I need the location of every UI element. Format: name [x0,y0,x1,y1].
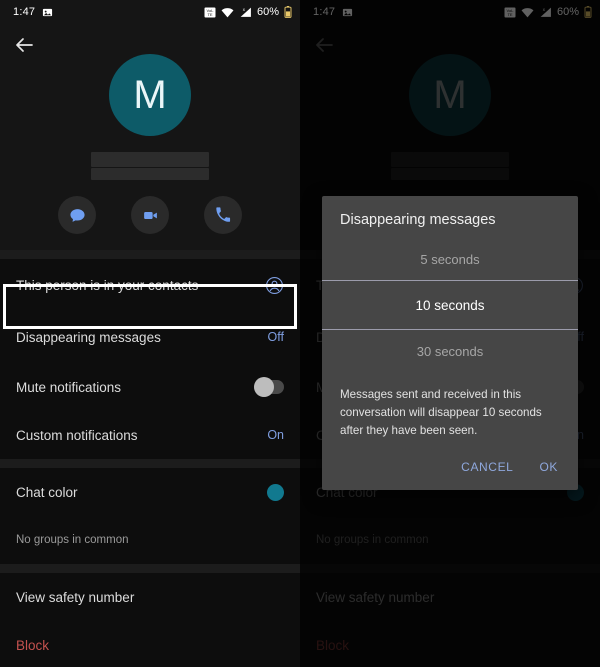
volte-icon: VoLTE [204,7,216,18]
row-in-contacts[interactable]: This person is in your contacts [0,259,300,311]
settings-group-3: View safety number Block [0,573,300,667]
row-mute-notifications-label: Mute notifications [16,379,122,395]
row-chat-color-label: Chat color [16,484,78,500]
disappearing-messages-dialog: Disappearing messages 5 seconds 10 secon… [322,196,578,490]
voice-call-action-button[interactable] [204,196,242,234]
contact-actions [58,196,242,234]
svg-text:x: x [243,7,246,12]
divider [0,564,300,573]
picker-option-next[interactable]: 30 seconds [322,330,578,372]
picker-option-previous[interactable]: 5 seconds [322,238,578,280]
settings-group-1: This person is in your contacts Disappea… [0,259,300,459]
dialog-title: Disappearing messages [340,212,496,228]
row-in-contacts-label: This person is in your contacts [16,277,199,293]
profile-header: M [0,24,300,234]
row-disappearing-messages-value: Off [267,330,284,344]
row-custom-notifications[interactable]: Custom notifications On [0,411,300,459]
contact-name-redacted [91,152,209,182]
avatar: M [109,54,191,136]
avatar-initial: M [133,73,167,117]
row-mute-notifications[interactable]: Mute notifications [0,363,300,411]
battery-percentage: 60% [256,6,279,18]
contact-person-icon [265,276,284,295]
row-disappearing-messages[interactable]: Disappearing messages Off [0,311,300,363]
settings-group-2: Chat color No groups in common [0,468,300,564]
status-bar-left: 1:47 [13,6,53,18]
video-call-action-button[interactable] [131,196,169,234]
cellular-signal-icon: x [239,6,252,18]
cancel-button[interactable]: CANCEL [461,460,513,474]
dialog-description: Messages sent and received in this conve… [340,388,542,437]
row-groups-in-common: No groups in common [0,516,300,564]
dialog-buttons: CANCEL OK [322,446,578,490]
ok-button[interactable]: OK [539,460,558,474]
message-action-button[interactable] [58,196,96,234]
row-block[interactable]: Block [0,621,300,667]
row-chat-color[interactable]: Chat color [0,468,300,516]
chat-color-swatch[interactable] [267,483,284,501]
svg-text:TE: TE [207,12,212,17]
divider [0,250,300,259]
row-custom-notifications-label: Custom notifications [16,427,138,443]
row-block-label: Block [16,637,50,653]
divider [0,459,300,468]
mute-notifications-toggle[interactable] [254,377,284,397]
back-button[interactable] [12,33,36,57]
row-safety-number[interactable]: View safety number [0,573,300,621]
settings-list: This person is in your contacts Disappea… [0,250,300,667]
right-screen: 1:47 VoLTE x 60% [300,0,600,667]
row-safety-number-label: View safety number [16,589,135,605]
row-groups-in-common-label: No groups in common [16,534,129,546]
row-disappearing-messages-label: Disappearing messages [16,329,161,345]
screenshot-root: 1:47 VoL TE x 60% M This person is in yo… [0,0,600,667]
wifi-icon [221,7,234,18]
status-bar: 1:47 VoLTE x 60% [0,0,300,24]
status-time: 1:47 [13,6,36,18]
battery-icon [284,6,292,18]
row-custom-notifications-value: On [267,428,284,442]
duration-picker[interactable]: 5 seconds 10 seconds 30 seconds [322,238,578,372]
status-bar-right: VoLTE x 60% [204,6,292,18]
picker-option-selected[interactable]: 10 seconds [322,281,578,329]
left-screen: 1:47 VoL TE x 60% M This person is in yo… [0,0,300,667]
image-icon [42,7,53,18]
